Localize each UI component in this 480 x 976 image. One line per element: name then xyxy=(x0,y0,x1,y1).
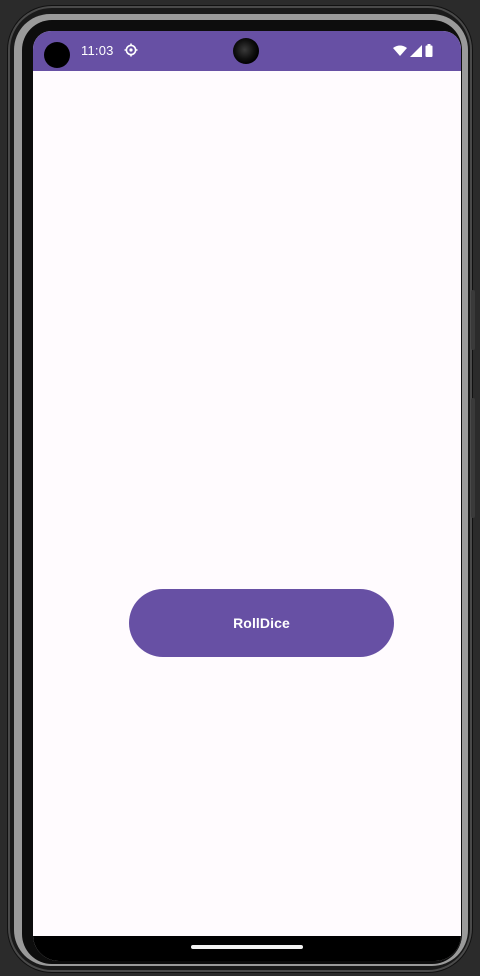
status-time: 11:03 xyxy=(81,43,114,58)
app-content: RollDice xyxy=(33,71,461,936)
status-bar: 11:03 xyxy=(33,31,461,71)
gear-icon xyxy=(124,43,138,57)
signal-icon xyxy=(410,44,422,57)
roll-dice-button[interactable]: RollDice xyxy=(129,589,394,657)
power-button xyxy=(471,398,475,518)
home-indicator[interactable] xyxy=(191,945,303,949)
camera-hole xyxy=(44,42,70,68)
front-camera xyxy=(233,38,259,64)
battery-icon xyxy=(425,44,433,57)
status-icons xyxy=(393,44,433,57)
navigation-bar xyxy=(33,936,461,961)
volume-button xyxy=(471,290,475,350)
wifi-icon xyxy=(393,45,407,56)
phone-screen: 11:03 RollDice xyxy=(33,31,461,961)
